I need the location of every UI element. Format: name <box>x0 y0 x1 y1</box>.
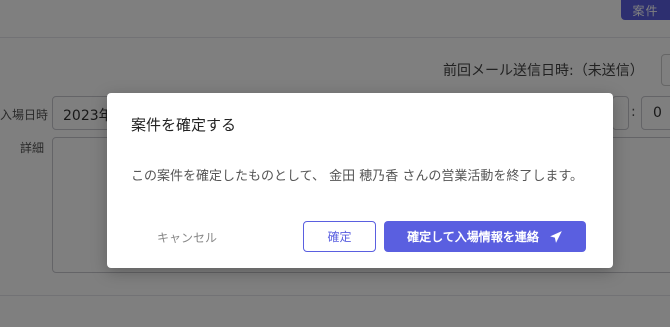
dialog-message: この案件を確定したものとして、 金田 穂乃香 さんの営業活動を終了します。 <box>131 169 584 184</box>
confirm-and-notify-button[interactable]: 確定して入場情報を連絡 <box>384 221 586 252</box>
dialog-title: 案件を確定する <box>131 116 237 134</box>
cancel-button[interactable]: キャンセル <box>137 222 237 252</box>
confirm-button[interactable]: 確定 <box>303 221 376 252</box>
confirm-case-dialog: 案件を確定する この案件を確定したものとして、 金田 穂乃香 さんの営業活動を終… <box>107 93 613 268</box>
send-icon <box>549 230 563 244</box>
confirm-and-notify-label: 確定して入場情報を連絡 <box>407 230 539 244</box>
